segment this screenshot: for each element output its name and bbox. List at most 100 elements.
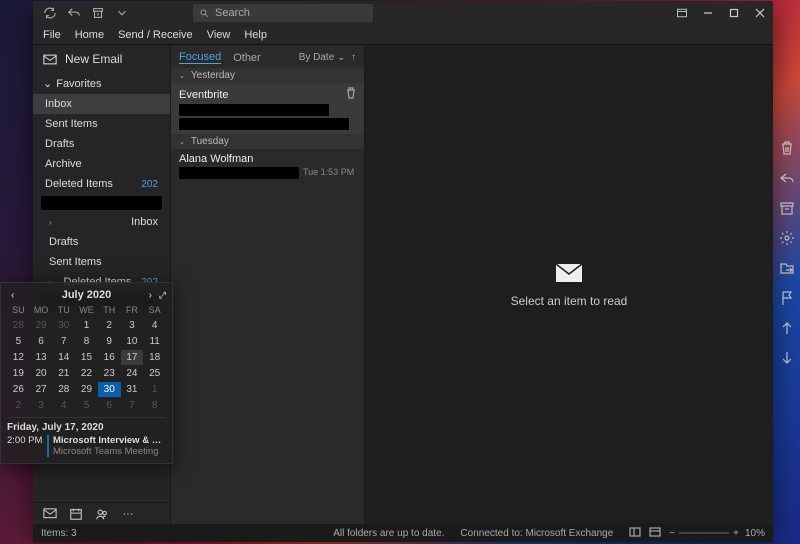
reply-icon[interactable] [779,170,795,186]
flag-icon[interactable] [779,290,795,306]
calendar-day[interactable]: 22 [75,366,98,381]
calendar-day[interactable]: 7 [121,398,144,413]
minimize-button[interactable] [695,1,721,25]
folder-inbox-2[interactable]: ›Inbox [33,212,170,232]
close-button[interactable] [747,1,773,25]
tab-other[interactable]: Other [233,52,261,64]
calendar-day[interactable]: 13 [30,350,53,365]
calendar-nav-icon[interactable] [69,507,83,521]
delete-icon[interactable] [346,87,356,102]
group-header-tuesday[interactable]: ⌄Tuesday [171,134,364,149]
group-header-yesterday[interactable]: ⌄Yesterday [171,68,364,83]
calendar-day[interactable]: 7 [52,334,75,349]
tab-focused[interactable]: Focused [179,51,221,64]
folder-deleted[interactable]: Deleted Items202 [33,174,170,194]
dropdown-icon[interactable] [115,6,129,20]
calendar-day[interactable]: 8 [75,334,98,349]
calendar-day[interactable]: 29 [30,318,53,333]
message-item[interactable]: Eventbrite [171,83,364,134]
delete-icon[interactable] [779,140,795,156]
menu-send-receive[interactable]: Send / Receive [118,29,193,41]
calendar-day[interactable]: 11 [143,334,166,349]
search-box[interactable]: Search [193,4,373,22]
folder-inbox[interactable]: Inbox [33,94,170,114]
calendar-grid: SUMOTUWETHFRSA28293012345678910111213141… [7,303,166,413]
down-arrow-icon[interactable] [779,350,795,366]
archive-quick-icon[interactable] [91,6,105,20]
agenda-sub: Microsoft Teams Meeting [53,446,163,457]
message-item[interactable]: Alana Wolfman Tue 1:53 PM [171,149,364,181]
folder-archive[interactable]: Archive [33,154,170,174]
calendar-day[interactable]: 1 [75,318,98,333]
calendar-day[interactable]: 20 [30,366,53,381]
calendar-day[interactable]: 2 [7,398,30,413]
view-reading-icon[interactable] [649,527,661,540]
calendar-day[interactable]: 18 [143,350,166,365]
menu-view[interactable]: View [207,29,231,41]
folder-drafts[interactable]: Drafts [33,134,170,154]
calendar-day[interactable]: 6 [98,398,121,413]
move-icon[interactable] [779,260,795,276]
mail-nav-icon[interactable] [43,507,57,521]
menu-help[interactable]: Help [244,29,267,41]
calendar-day[interactable]: 2 [98,318,121,333]
agenda-event[interactable]: 2:00 PM Microsoft Interview & demo w/ Se… [7,435,166,457]
calendar-day[interactable]: 8 [143,398,166,413]
calendar-day[interactable]: 23 [98,366,121,381]
calendar-day[interactable]: 15 [75,350,98,365]
zoom-in-icon[interactable]: + [733,528,739,539]
folder-sent[interactable]: Sent Items [33,114,170,134]
new-email-button[interactable]: New Email [33,45,170,73]
calendar-day[interactable]: 5 [75,398,98,413]
calendar-day[interactable]: 14 [52,350,75,365]
calendar-day[interactable]: 21 [52,366,75,381]
sort-direction-icon[interactable]: ↑ [351,52,356,63]
calendar-day[interactable]: 25 [143,366,166,381]
calendar-day[interactable]: 17 [121,350,144,365]
calendar-day[interactable]: 28 [7,318,30,333]
calendar-day[interactable]: 28 [52,382,75,397]
account-name-redacted[interactable] [41,196,162,210]
up-arrow-icon[interactable] [779,320,795,336]
calendar-day[interactable]: 6 [30,334,53,349]
ribbon-toggle-icon[interactable] [669,1,695,25]
calendar-day[interactable]: 5 [7,334,30,349]
sort-by-date[interactable]: By Date ⌄ ↑ [299,52,356,63]
calendar-day[interactable]: 4 [52,398,75,413]
zoom-slider[interactable] [679,532,729,534]
favorites-header[interactable]: ⌄ Favorites [33,73,170,94]
folder-sent-2[interactable]: Sent Items [33,252,170,272]
calendar-day[interactable]: 4 [143,318,166,333]
calendar-day[interactable]: 24 [121,366,144,381]
view-normal-icon[interactable] [629,527,641,540]
calendar-day[interactable]: 16 [98,350,121,365]
event-bar [47,435,49,457]
pin-icon[interactable]: ⤢ [159,290,166,301]
calendar-prev-icon[interactable]: ‹ [11,290,14,301]
sync-icon[interactable] [43,6,57,20]
calendar-day[interactable]: 31 [121,382,144,397]
maximize-button[interactable] [721,1,747,25]
calendar-day[interactable]: 9 [98,334,121,349]
calendar-day[interactable]: 30 [98,382,121,397]
calendar-day[interactable]: 27 [30,382,53,397]
more-nav-icon[interactable]: ··· [121,507,135,521]
calendar-day[interactable]: 3 [30,398,53,413]
menu-home[interactable]: Home [75,29,104,41]
calendar-next-icon[interactable]: › [149,290,152,301]
menu-file[interactable]: File [43,29,61,41]
archive-icon[interactable] [779,200,795,216]
calendar-day[interactable]: 12 [7,350,30,365]
calendar-day[interactable]: 26 [7,382,30,397]
people-nav-icon[interactable] [95,507,109,521]
folder-drafts-2[interactable]: Drafts [33,232,170,252]
calendar-day[interactable]: 1 [143,382,166,397]
undo-icon[interactable] [67,6,81,20]
zoom-out-icon[interactable]: − [669,528,675,539]
calendar-day[interactable]: 30 [52,318,75,333]
calendar-day[interactable]: 3 [121,318,144,333]
settings-icon[interactable] [779,230,795,246]
calendar-day[interactable]: 29 [75,382,98,397]
calendar-day[interactable]: 19 [7,366,30,381]
calendar-day[interactable]: 10 [121,334,144,349]
